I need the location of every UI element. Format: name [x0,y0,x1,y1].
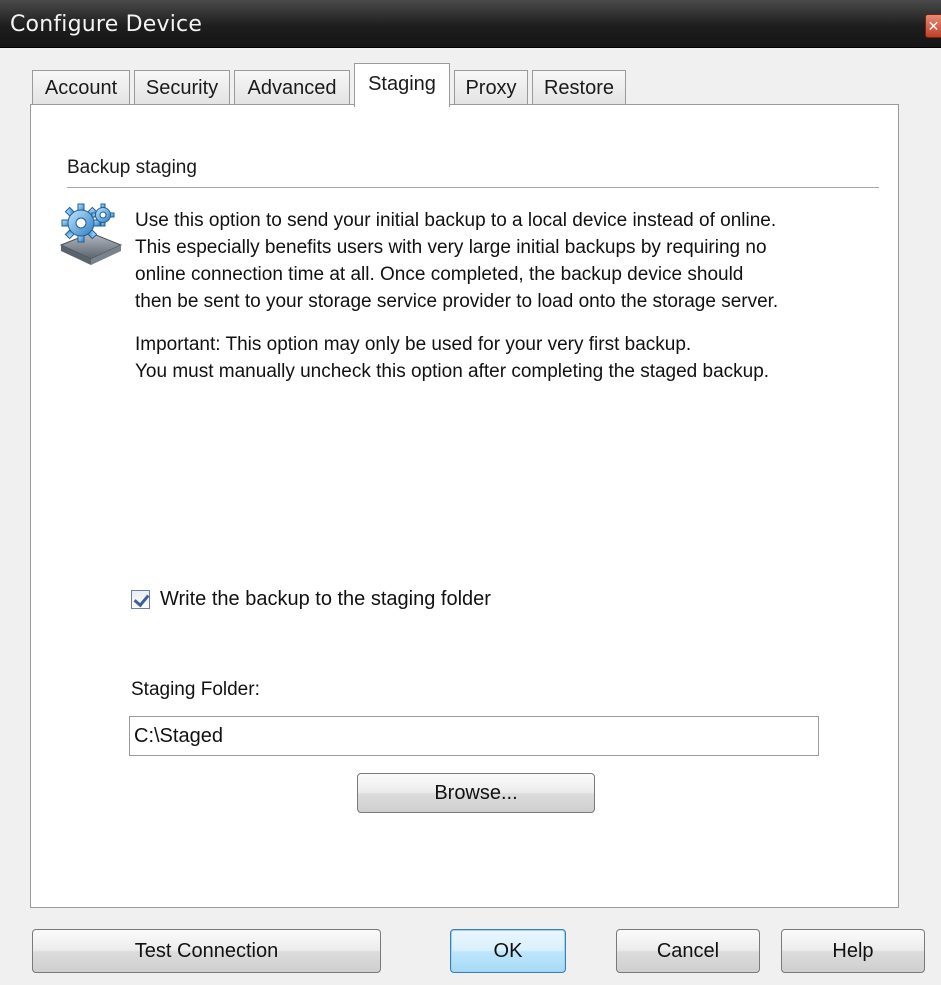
description-line: This especially benefits users with very… [135,237,767,258]
important-line: Important: This option may only be used … [135,334,692,355]
section-title: Backup staging [67,157,197,178]
ok-button[interactable]: OK [450,929,566,973]
tab-staging[interactable]: Staging [354,63,450,107]
description-line: then be sent to your storage service pro… [135,291,779,312]
tab-advanced[interactable]: Advanced [234,70,350,106]
description-line: online connection time at all. Once comp… [135,264,744,285]
window-title: Configure Device [10,12,203,37]
browse-button[interactable]: Browse... [357,773,595,813]
help-button[interactable]: Help [781,929,925,973]
tab-proxy[interactable]: Proxy [454,70,528,106]
close-button[interactable]: ✕ [925,14,941,38]
section-divider [67,187,879,188]
cancel-button[interactable]: Cancel [616,929,760,973]
gear-icon [59,203,123,265]
tab-security[interactable]: Security [134,70,230,106]
tab-restore[interactable]: Restore [532,70,626,106]
staging-checkbox[interactable] [131,589,150,609]
test-connection-button[interactable]: Test Connection [32,929,381,973]
staging-folder-label: Staging Folder: [131,679,260,700]
staging-description: Use this option to send your initial bac… [135,207,875,385]
staging-checkbox-label[interactable]: Write the backup to the staging folder [160,588,491,611]
important-line: You must manually uncheck this option af… [135,361,770,382]
staging-folder-input[interactable] [129,716,819,756]
title-bar: Configure Device ✕ [0,0,941,48]
tab-account[interactable]: Account [32,70,130,106]
description-line: Use this option to send your initial bac… [135,210,777,231]
staging-checkbox-row[interactable]: Write the backup to the staging folder [131,585,491,613]
staging-panel: Backup staging Use this option to send y… [30,104,899,908]
